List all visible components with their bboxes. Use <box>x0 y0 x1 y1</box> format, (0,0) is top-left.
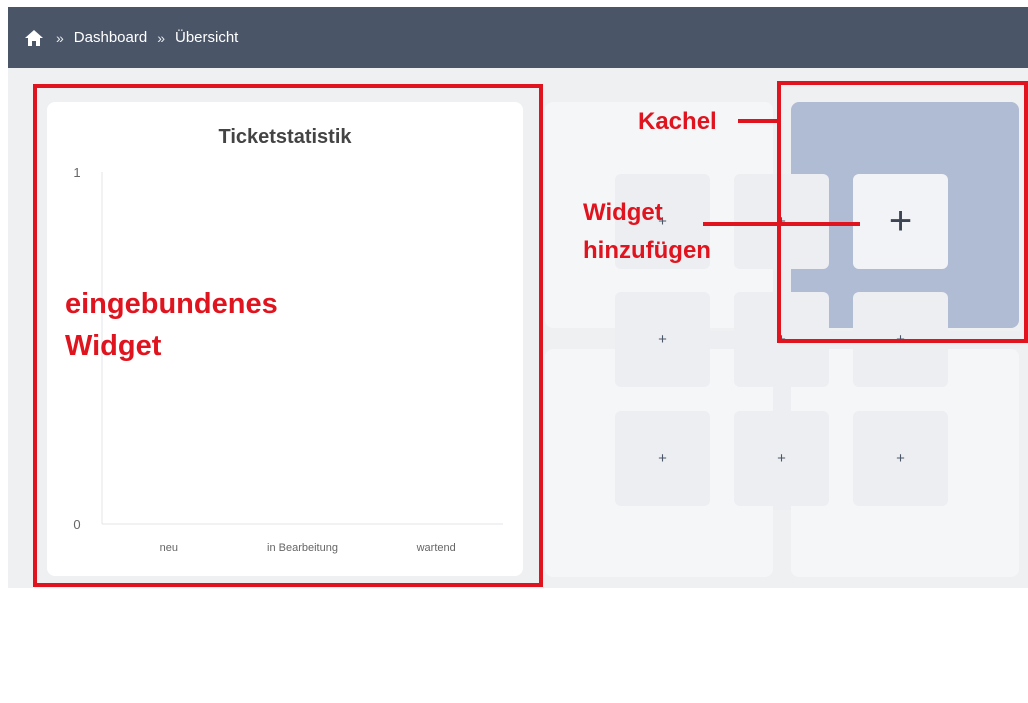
annotation-line-add-widget <box>703 222 860 226</box>
annotation-add-widget: Widget hinzufügen <box>583 199 711 264</box>
add-widget-button[interactable]: + <box>734 411 829 506</box>
plus-icon: + <box>777 450 786 467</box>
annotation-line-tile <box>738 119 780 123</box>
top-nav-bar: » Dashboard » Übersicht <box>8 7 1028 68</box>
plus-icon: + <box>658 450 667 467</box>
annotation-tile: Kachel <box>638 108 717 135</box>
breadcrumb-dashboard[interactable]: Dashboard <box>74 29 147 46</box>
add-widget-button[interactable]: + <box>615 411 710 506</box>
annotation-embedded-widget: eingebundenes Widget <box>65 288 278 362</box>
plus-icon: + <box>658 331 667 348</box>
breadcrumb-uebersicht[interactable]: Übersicht <box>175 29 238 46</box>
plus-icon: + <box>896 450 905 467</box>
add-widget-button[interactable]: + <box>615 292 710 387</box>
annotation-box-tile <box>777 81 1028 343</box>
breadcrumb-separator: » <box>56 29 64 46</box>
home-icon[interactable] <box>24 27 46 49</box>
add-widget-button[interactable]: + <box>853 411 948 506</box>
breadcrumb-separator: » <box>157 29 165 46</box>
